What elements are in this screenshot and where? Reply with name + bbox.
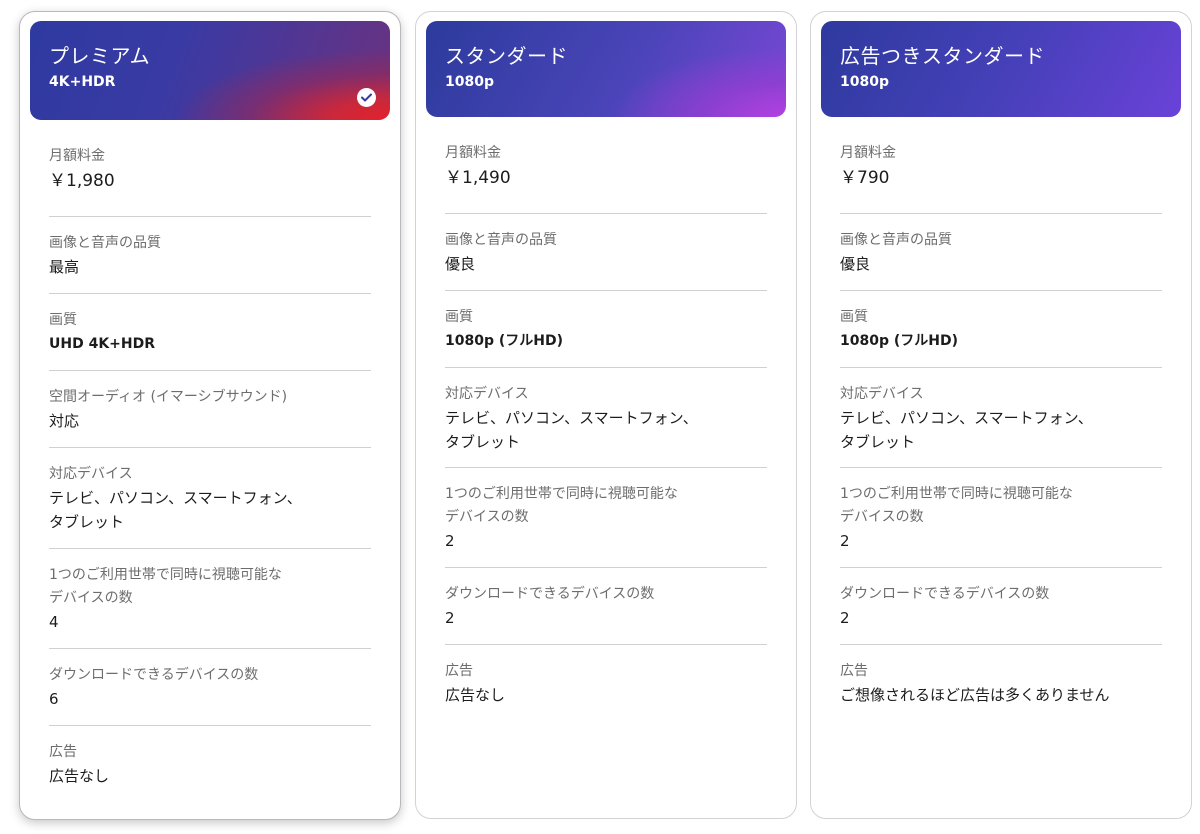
plan-resolution: 1080p [840, 74, 889, 90]
feature-label: 広告 [840, 663, 868, 679]
feature-label: 画質 [840, 309, 868, 325]
feature-label: 画像と音声の品質 [840, 232, 952, 248]
feature-value: 優良 [840, 255, 871, 273]
feature-row-devices: 対応デバイス テレビ、パソコン、スマートフォン、 タブレット [445, 368, 767, 468]
plan-features: 月額料金 ￥1,980 画像と音声の品質 最高 画質 UHD 4K+HDR 空間… [49, 145, 371, 788]
plan-header-standard: スタンダード 1080p [426, 21, 786, 117]
feature-label: 空間オーディオ (イマーシブサウンド) [49, 389, 288, 405]
feature-label: 画質 [49, 312, 77, 328]
feature-value: 対応 [49, 412, 80, 430]
feature-row-devices: 対応デバイス テレビ、パソコン、スマートフォン、 タブレット [49, 448, 371, 549]
feature-value: 優良 [445, 255, 476, 273]
plan-card-standard-with-ads[interactable]: 広告つきスタンダード 1080p 月額料金 ￥790 画像と音声の品質 優良 画… [810, 11, 1192, 819]
feature-label: 対応デバイス [840, 386, 924, 402]
feature-row-price: 月額料金 ￥1,490 [445, 142, 767, 214]
feature-value: UHD 4K+HDR [49, 336, 156, 352]
plan-resolution: 4K+HDR [49, 74, 116, 90]
feature-value: ￥1,980 [49, 171, 115, 191]
feature-row-resolution: 画質 1080p (フルHD) [445, 291, 767, 368]
feature-label: 月額料金 [840, 145, 896, 161]
feature-label: 対応デバイス [445, 386, 529, 402]
feature-row-quality: 画像と音声の品質 優良 [840, 214, 1162, 291]
feature-value: 2 [445, 532, 455, 550]
plan-features: 月額料金 ￥790 画像と音声の品質 優良 画質 1080p (フルHD) 対応… [840, 142, 1162, 707]
feature-row-resolution: 画質 UHD 4K+HDR [49, 294, 371, 371]
feature-label: 1つのご利用世帯で同時に視聴可能な デバイスの数 [49, 567, 282, 606]
feature-row-ads: 広告 広告なし [49, 726, 371, 788]
feature-label: 画質 [445, 309, 473, 325]
feature-label: 1つのご利用世帯で同時に視聴可能な デバイスの数 [840, 486, 1073, 525]
feature-value: 1080p (フルHD) [445, 333, 563, 349]
plan-name: 広告つきスタンダード [840, 44, 1045, 68]
plan-cards: プレミアム 4K+HDR 月額料金 ￥1,980 画像と音声の品質 最高 画質 … [0, 0, 1200, 834]
feature-row-downloads: ダウンロードできるデバイスの数 2 [445, 568, 767, 645]
feature-label: ダウンロードできるデバイスの数 [840, 586, 1050, 602]
plan-header-premium: プレミアム 4K+HDR [30, 21, 390, 120]
feature-label: ダウンロードできるデバイスの数 [445, 586, 655, 602]
feature-value: 最高 [49, 258, 80, 276]
plan-card-premium[interactable]: プレミアム 4K+HDR 月額料金 ￥1,980 画像と音声の品質 最高 画質 … [19, 11, 401, 820]
feature-row-simultaneous: 1つのご利用世帯で同時に視聴可能な デバイスの数 4 [49, 549, 371, 649]
feature-label: 画像と音声の品質 [49, 235, 161, 251]
feature-label: 月額料金 [49, 148, 105, 164]
feature-label: ダウンロードできるデバイスの数 [49, 667, 259, 683]
plan-name: プレミアム [49, 44, 151, 68]
feature-label: 対応デバイス [49, 466, 133, 482]
feature-row-spatial-audio: 空間オーディオ (イマーシブサウンド) 対応 [49, 371, 371, 448]
feature-label: 広告 [445, 663, 473, 679]
feature-value: 2 [840, 609, 850, 627]
feature-value: テレビ、パソコン、スマートフォン、 タブレット [445, 409, 698, 451]
feature-row-price: 月額料金 ￥790 [840, 142, 1162, 214]
feature-value: 広告なし [49, 767, 110, 785]
feature-row-simultaneous: 1つのご利用世帯で同時に視聴可能な デバイスの数 2 [445, 468, 767, 568]
feature-value: 1080p (フルHD) [840, 333, 958, 349]
feature-row-downloads: ダウンロードできるデバイスの数 2 [840, 568, 1162, 645]
plan-header-standard-with-ads: 広告つきスタンダード 1080p [821, 21, 1181, 117]
feature-row-quality: 画像と音声の品質 優良 [445, 214, 767, 291]
feature-value: 広告なし [445, 686, 506, 704]
feature-value: 2 [840, 532, 850, 550]
feature-row-ads: 広告 広告なし [445, 645, 767, 707]
feature-label: 月額料金 [445, 145, 501, 161]
plan-card-standard[interactable]: スタンダード 1080p 月額料金 ￥1,490 画像と音声の品質 優良 画質 … [415, 11, 797, 819]
feature-row-ads: 広告 ご想像されるほど広告は多くありません [840, 645, 1162, 707]
feature-row-devices: 対応デバイス テレビ、パソコン、スマートフォン、 タブレット [840, 368, 1162, 468]
check-circle-icon [357, 88, 376, 107]
feature-value: テレビ、パソコン、スマートフォン、 タブレット [840, 409, 1093, 451]
plan-resolution: 1080p [445, 74, 494, 90]
feature-row-simultaneous: 1つのご利用世帯で同時に視聴可能な デバイスの数 2 [840, 468, 1162, 568]
plan-name: スタンダード [445, 44, 568, 68]
feature-label: 1つのご利用世帯で同時に視聴可能な デバイスの数 [445, 486, 678, 525]
feature-value: ご想像されるほど広告は多くありません [840, 686, 1110, 704]
plan-features: 月額料金 ￥1,490 画像と音声の品質 優良 画質 1080p (フルHD) … [445, 142, 767, 707]
feature-label: 画像と音声の品質 [445, 232, 557, 248]
feature-value: ￥1,490 [445, 168, 511, 188]
feature-value: 6 [49, 690, 59, 708]
feature-label: 広告 [49, 744, 77, 760]
feature-row-quality: 画像と音声の品質 最高 [49, 217, 371, 294]
feature-value: 2 [445, 609, 455, 627]
feature-value: ￥790 [840, 168, 890, 188]
feature-value: 4 [49, 613, 59, 631]
feature-row-downloads: ダウンロードできるデバイスの数 6 [49, 649, 371, 726]
feature-row-resolution: 画質 1080p (フルHD) [840, 291, 1162, 368]
feature-row-price: 月額料金 ￥1,980 [49, 145, 371, 217]
feature-value: テレビ、パソコン、スマートフォン、 タブレット [49, 489, 302, 531]
